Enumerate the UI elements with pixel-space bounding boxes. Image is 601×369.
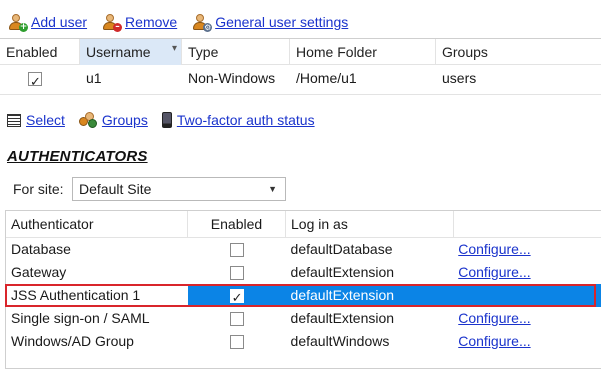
column-header-type[interactable]: Type (182, 38, 290, 65)
site-label: For site: (13, 181, 64, 197)
remove-user-button[interactable]: – Remove (101, 13, 178, 32)
column-header-authenticator[interactable]: Authenticator (6, 211, 188, 237)
two-factor-auth-status-button[interactable]: Two-factor auth status (161, 112, 315, 128)
authenticator-enabled-cell (188, 261, 286, 284)
user-actions-toolbar: Select Groups Two-factor auth status (7, 110, 329, 130)
phone-icon (161, 112, 172, 128)
user-enabled-checkbox[interactable] (28, 70, 42, 96)
section-title-authenticators: AUTHENTICATORS (7, 148, 148, 165)
authenticator-login-as: defaultExtension (290, 310, 395, 326)
chevron-down-icon: ▼ (268, 184, 277, 194)
configure-cell: Configure... (453, 307, 601, 330)
table-row-selected[interactable]: JSS Authentication 1 defaultExtension (6, 284, 601, 310)
table-row[interactable]: Windows/AD Group defaultWindows Configur… (6, 330, 601, 353)
table-row[interactable]: u1 Non-Windows /Home/u1 users (0, 65, 601, 96)
sort-indicator-icon: ▾ (171, 42, 177, 54)
column-header-username[interactable]: Username ▾ (80, 38, 182, 65)
authenticator-name: Database (11, 241, 71, 257)
authenticators-table-header: Authenticator Enabled Log in as (6, 211, 601, 238)
authenticator-name: Single sign-on / SAML (11, 310, 150, 326)
groups-button[interactable]: Groups (78, 112, 148, 128)
add-user-button[interactable]: + Add user (7, 13, 88, 32)
user-groups-cell: users (442, 70, 477, 86)
user-toolbar: + Add user – Remove ⚙ General user setti… (7, 12, 362, 32)
configure-cell: Configure... (453, 238, 601, 261)
authenticator-enabled-cell (188, 238, 286, 261)
authenticator-enabled-checkbox[interactable] (229, 312, 244, 327)
remove-user-icon: – (101, 13, 123, 32)
users-table-header: Enabled Username ▾ Type Home Folder Group… (0, 38, 601, 65)
authenticator-enabled-cell (188, 284, 286, 310)
table-row[interactable]: Database defaultDatabase Configure... (6, 238, 601, 261)
user-settings-icon: ⚙ (191, 13, 213, 32)
user-enabled-cell (0, 65, 80, 96)
list-icon (7, 113, 21, 127)
column-header-groups[interactable]: Groups (436, 39, 601, 65)
groups-icon (78, 112, 97, 128)
authenticator-name: JSS Authentication 1 (6, 284, 188, 307)
add-user-icon: + (7, 13, 28, 32)
user-home-folder-cell: /Home/u1 (296, 70, 357, 86)
column-header-home-folder[interactable]: Home Folder (290, 38, 436, 65)
authenticator-login-as: defaultExtension (290, 264, 395, 280)
configure-link[interactable]: Configure... (458, 264, 530, 280)
configure-cell: Configure... (453, 330, 601, 353)
authenticator-enabled-checkbox[interactable] (229, 243, 244, 258)
authenticator-enabled-checkbox[interactable] (229, 287, 244, 310)
authenticator-enabled-cell (188, 330, 286, 353)
configure-link[interactable]: Configure... (458, 310, 530, 326)
divider (0, 94, 601, 95)
authenticator-name: Windows/AD Group (11, 333, 134, 349)
authenticator-login-as: defaultExtension (290, 287, 395, 303)
configure-link[interactable]: Configure... (458, 333, 530, 349)
column-header-log-in-as[interactable]: Log in as (286, 211, 454, 237)
column-header-username-label: Username (86, 43, 151, 60)
authenticator-enabled-checkbox[interactable] (229, 266, 244, 281)
authenticators-table: Authenticator Enabled Log in as Database… (5, 210, 601, 369)
users-table: Enabled Username ▾ Type Home Folder Group… (0, 38, 601, 96)
groups-label: Groups (101, 112, 148, 128)
select-button[interactable]: Select (7, 112, 65, 128)
authenticator-login-as: defaultDatabase (290, 241, 393, 257)
user-type-cell: Non-Windows (188, 70, 276, 86)
select-label: Select (26, 112, 65, 128)
remove-user-label: Remove (125, 14, 178, 30)
general-user-settings-button[interactable]: ⚙ General user settings (191, 13, 349, 32)
add-user-label: Add user (31, 14, 88, 30)
column-header-enabled[interactable]: Enabled (0, 38, 80, 65)
column-header-enabled[interactable]: Enabled (188, 211, 286, 237)
general-user-settings-label: General user settings (215, 14, 349, 30)
two-factor-auth-status-label: Two-factor auth status (176, 112, 315, 128)
authenticator-name: Gateway (11, 264, 67, 280)
authenticator-enabled-cell (188, 307, 286, 330)
authenticator-enabled-checkbox[interactable] (229, 335, 244, 350)
site-select[interactable]: Default Site ▼ (72, 177, 286, 201)
configure-cell: Configure... (453, 261, 601, 284)
site-select-value: Default Site (79, 181, 152, 197)
table-row[interactable]: Single sign-on / SAML defaultExtension C… (6, 307, 601, 330)
user-username-cell: u1 (86, 70, 102, 86)
table-row[interactable]: Gateway defaultExtension Configure... (6, 261, 601, 284)
configure-link[interactable]: Configure... (458, 241, 530, 257)
authenticator-login-as: defaultWindows (290, 333, 390, 349)
